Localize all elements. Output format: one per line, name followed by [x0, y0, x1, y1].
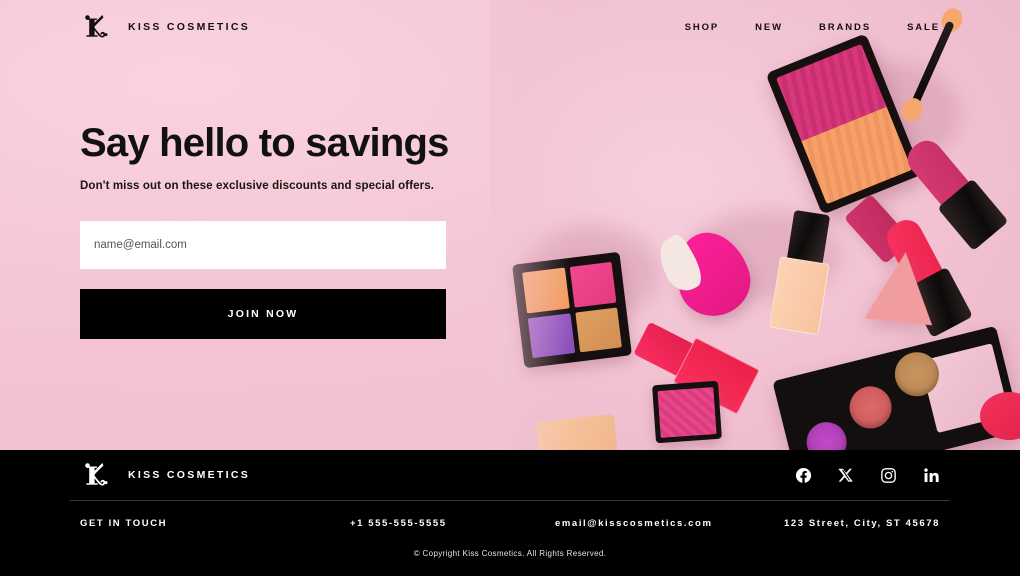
contact-address: 123 Street, City, ST 45678: [783, 517, 940, 529]
page-title: Say hello to savings: [80, 121, 449, 165]
nav-item-sale[interactable]: SALE: [907, 22, 940, 33]
x-twitter-icon[interactable]: [838, 467, 854, 483]
footer-brand-logo[interactable]: KISS COSMETICS: [80, 458, 250, 492]
contact-email[interactable]: email@kisscosmetics.com: [555, 518, 784, 529]
nav-item-shop[interactable]: SHOP: [685, 22, 720, 33]
footer-contact-row: GET IN TOUCH +1 555-555-5555 email@kissc…: [0, 501, 1020, 545]
pink-blush-compact: [652, 380, 722, 444]
landing-page: KISS COSMETICS SHOP NEW BRANDS SALE Say …: [0, 0, 1020, 576]
instagram-icon[interactable]: [880, 467, 897, 484]
brand-name: KISS COSMETICS: [128, 21, 251, 33]
join-now-button[interactable]: JOIN NOW: [80, 289, 446, 340]
footer-top-row: KISS COSMETICS: [0, 450, 1020, 500]
social-links: [795, 467, 940, 484]
k-monogram-icon: [85, 15, 108, 38]
nav-item-new[interactable]: NEW: [755, 22, 783, 33]
copyright-text: © Copyright Kiss Cosmetics. All Rights R…: [413, 549, 607, 558]
site-footer: KISS COSMETICS GET IN TOUCH +1 555-555-5…: [0, 450, 1020, 576]
peach-sponge-block: [536, 414, 618, 450]
contact-label: GET IN TOUCH: [80, 517, 168, 529]
hero-copy: Say hello to savings Don't miss out on t…: [80, 121, 450, 340]
hero-product-photo: [490, 0, 1020, 450]
facebook-icon[interactable]: [795, 467, 812, 484]
quad-eyeshadow-palette: [512, 251, 632, 369]
footer-brand-name: KISS COSMETICS: [128, 469, 251, 481]
email-input[interactable]: [80, 221, 446, 270]
contact-phone[interactable]: +1 555-555-5555: [350, 518, 555, 529]
round-pan-palette: [772, 325, 1020, 450]
hero-subheadline: Don't miss out on these exclusive discou…: [80, 180, 435, 193]
k-monogram-icon: [85, 463, 108, 486]
triangle-sponge: [864, 248, 940, 326]
brand-logo[interactable]: KISS COSMETICS: [80, 10, 250, 44]
hero-section: KISS COSMETICS SHOP NEW BRANDS SALE Say …: [0, 0, 1020, 450]
nav-item-brands[interactable]: BRANDS: [819, 22, 871, 33]
main-nav: SHOP NEW BRANDS SALE: [685, 22, 940, 33]
site-header: KISS COSMETICS SHOP NEW BRANDS SALE: [0, 0, 1020, 54]
linkedin-icon[interactable]: [923, 467, 940, 484]
